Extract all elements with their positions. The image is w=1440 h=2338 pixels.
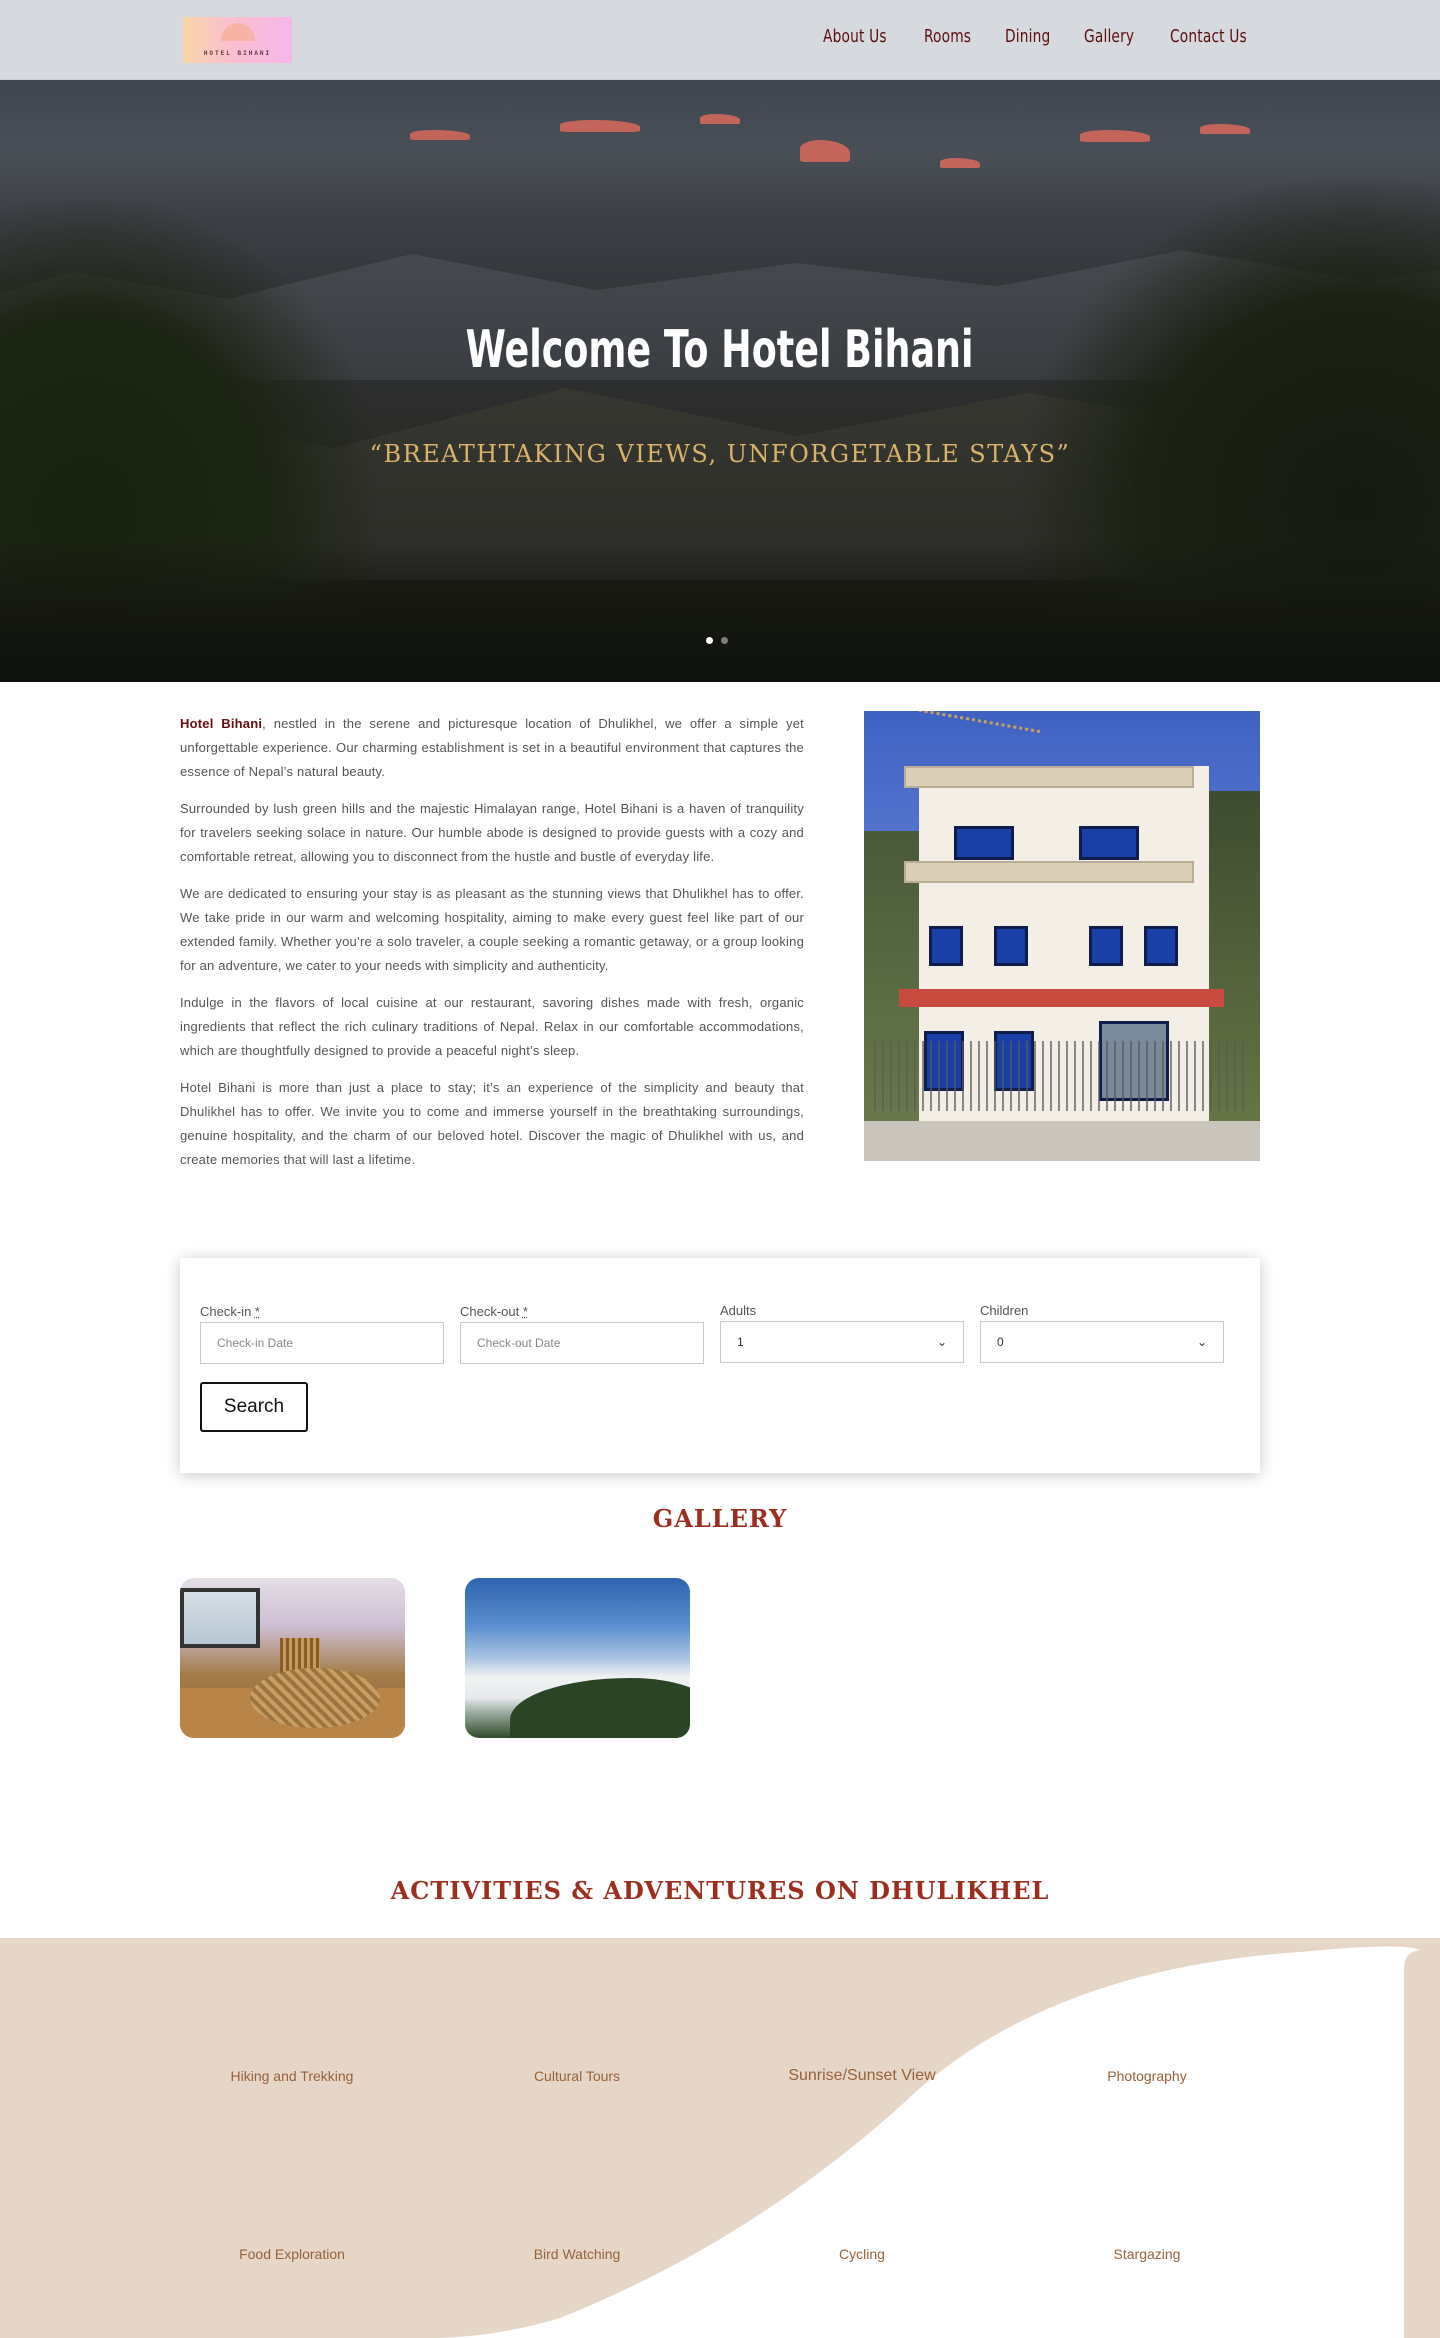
- hero-trees-bottom: [0, 542, 1440, 682]
- gallery-image-dining-room[interactable]: [180, 1578, 405, 1738]
- hero-snow-peaks: [380, 100, 1280, 180]
- about-paragraph-5: Hotel Bihani is more than just a place t…: [180, 1080, 804, 1167]
- hotel-logo[interactable]: HOTEL BIHANI: [183, 17, 292, 63]
- chevron-down-icon: ⌄: [1196, 1335, 1207, 1349]
- logo-text: HOTEL BIHANI: [203, 50, 272, 57]
- about-paragraph-2: Surrounded by lush green hills and the m…: [180, 801, 804, 864]
- adults-field: Adults 1 ⌄: [720, 1303, 964, 1363]
- logo-sun-graphic: [221, 23, 255, 41]
- checkout-label: Check-out *: [460, 1304, 528, 1319]
- checkout-field: Check-out * Check-out Date: [460, 1304, 704, 1364]
- brand-name: Hotel Bihani: [180, 716, 263, 731]
- adults-label: Adults: [720, 1303, 757, 1318]
- activity-bird-watching: Bird Watching: [533, 2246, 621, 2262]
- hotel-building-photo: [864, 711, 1260, 1161]
- hero-subtitle: “BREATHTAKING VIEWS, UNFORGETABLE STAYS”: [369, 440, 1071, 468]
- checkin-date-input[interactable]: Check-in Date: [200, 1322, 444, 1364]
- activity-sunrise-sunset: Sunrise/Sunset View: [788, 2067, 936, 2084]
- nav-contact-us[interactable]: Contact Us: [1170, 26, 1247, 47]
- about-section: Hotel Bihani, nestled in the serene and …: [180, 712, 804, 1185]
- slider-dot-2[interactable]: [721, 637, 728, 644]
- activity-stargazing: Stargazing: [1113, 2246, 1181, 2262]
- main-nav: About Us Rooms Dining Gallery Contact Us: [823, 26, 1260, 47]
- about-paragraph-3: We are dedicated to ensuring your stay i…: [180, 886, 804, 973]
- nav-rooms[interactable]: Rooms: [924, 26, 971, 47]
- activity-cycling: Cycling: [839, 2246, 885, 2262]
- checkin-field: Check-in * Check-in Date: [200, 1304, 444, 1364]
- about-paragraph-4: Indulge in the flavors of local cuisine …: [180, 995, 804, 1058]
- site-header: HOTEL BIHANI About Us Rooms Dining Galle…: [0, 0, 1440, 80]
- children-field: Children 0 ⌄: [980, 1303, 1224, 1363]
- slider-dot-1[interactable]: [706, 637, 713, 644]
- adults-select[interactable]: 1 ⌄: [720, 1321, 964, 1363]
- chevron-down-icon: ⌄: [936, 1335, 947, 1349]
- activity-photography: Photography: [1107, 2068, 1187, 2084]
- booking-form: Check-in * Check-in Date Check-out * Che…: [180, 1258, 1260, 1473]
- activity-food-exploration: Food Exploration: [239, 2246, 345, 2262]
- checkin-label: Check-in *: [200, 1304, 260, 1319]
- children-select[interactable]: 0 ⌄: [980, 1321, 1224, 1363]
- activity-cultural-tours: Cultural Tours: [533, 2068, 621, 2084]
- checkout-date-input[interactable]: Check-out Date: [460, 1322, 704, 1364]
- activities-wave-shape: [440, 1946, 1420, 2338]
- nav-gallery[interactable]: Gallery: [1084, 26, 1134, 47]
- hero-title: Welcome To Hotel Bihani: [466, 320, 974, 380]
- slider-dots: [706, 637, 728, 644]
- search-button[interactable]: Search: [200, 1382, 308, 1432]
- activity-hiking-trekking: Hiking and Trekking: [230, 2068, 354, 2084]
- gallery-title: GALLERY: [652, 1504, 788, 1533]
- gallery-image-mountain-view[interactable]: [465, 1578, 690, 1738]
- about-paragraph-1: Hotel Bihani, nestled in the serene and …: [180, 716, 804, 779]
- hero-slider: Welcome To Hotel Bihani “BREATHTAKING VI…: [0, 80, 1440, 682]
- children-label: Children: [980, 1303, 1029, 1318]
- nav-dining[interactable]: Dining: [1005, 26, 1050, 47]
- nav-about-us[interactable]: About Us: [823, 26, 887, 47]
- activities-title: ACTIVITIES & ADVENTURES ON DHULIKHEL: [390, 1876, 1050, 1905]
- activities-section: Hiking and Trekking Cultural Tours Sunri…: [0, 1938, 1440, 2338]
